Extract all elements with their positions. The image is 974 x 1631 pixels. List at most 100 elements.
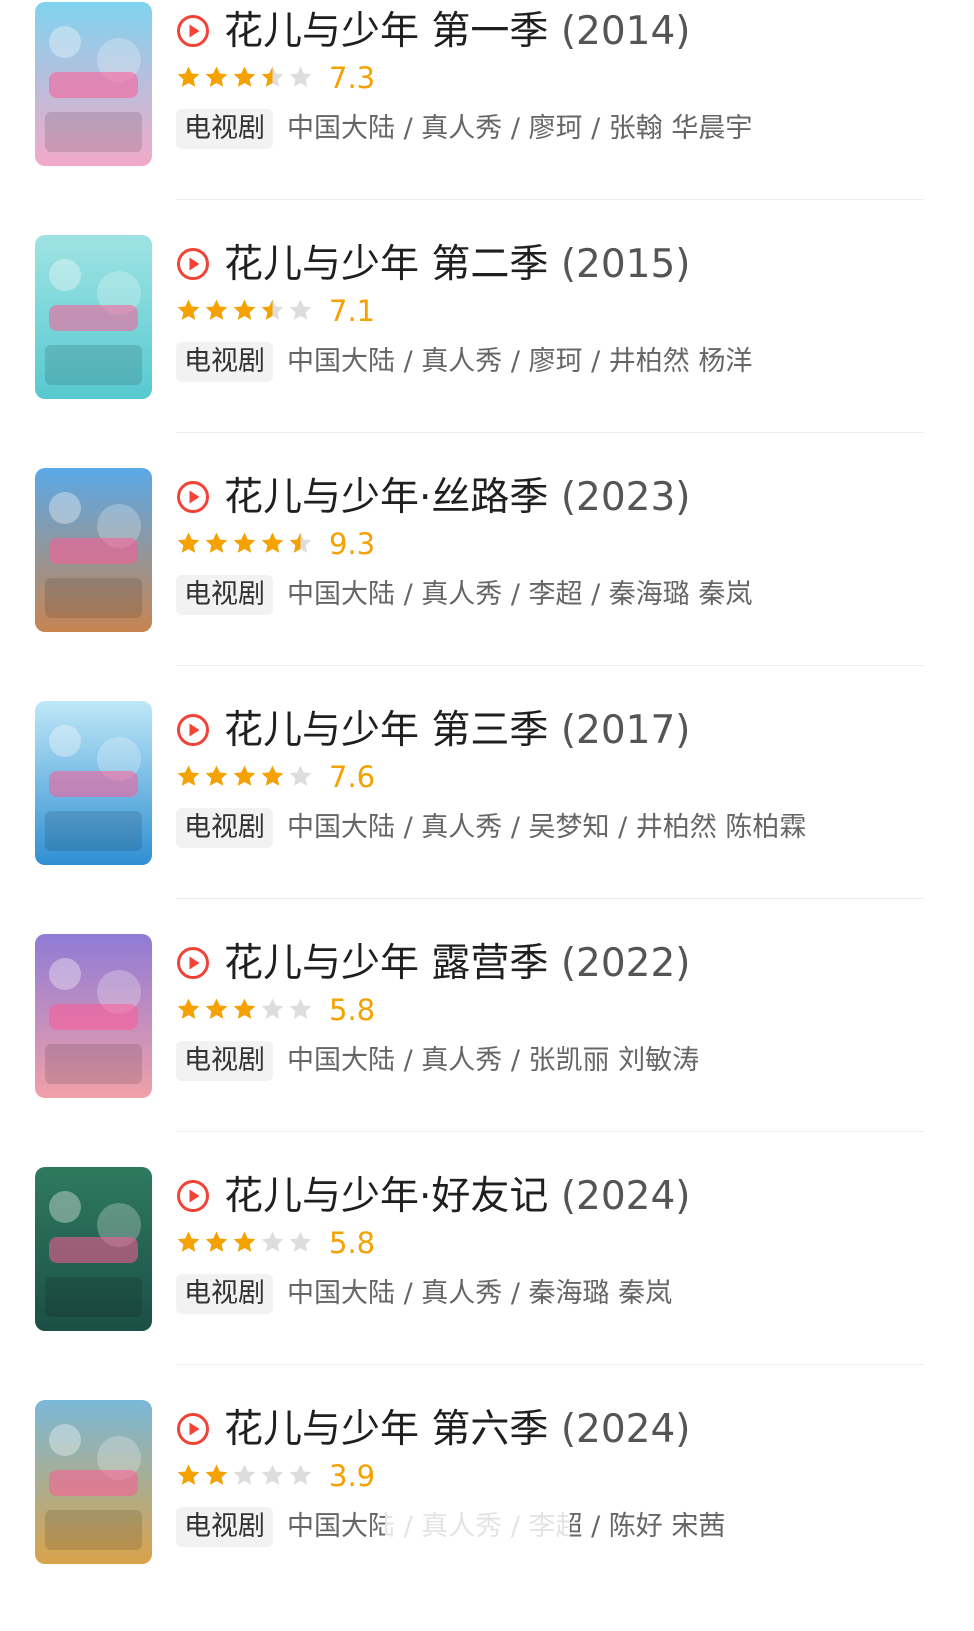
category-tag: 电视剧 xyxy=(176,808,273,848)
item-divider xyxy=(176,1364,924,1365)
poster-thumbnail[interactable] xyxy=(35,1167,152,1331)
star-filled-icon xyxy=(205,998,228,1019)
category-tag: 电视剧 xyxy=(176,342,273,382)
play-icon[interactable] xyxy=(176,946,210,980)
play-icon[interactable] xyxy=(176,480,210,514)
category-tag: 电视剧 xyxy=(176,1507,273,1547)
star-filled-icon xyxy=(233,299,256,320)
play-icon[interactable] xyxy=(176,1412,210,1446)
year-text: (2022) xyxy=(560,941,691,986)
item-meta: 电视剧 中国大陆 / 真人秀 / 吴梦知 / 井柏然 陈柏霖 xyxy=(176,807,806,849)
star-half-icon xyxy=(261,66,284,87)
star-filled-icon xyxy=(177,532,200,553)
rating-score: 7.1 xyxy=(329,294,376,328)
result-item[interactable]: 花儿与少年 露营季 (2022) 5.8 电视剧 中国大陆 / 真人秀 / 张凯丽 刘… xyxy=(0,932,974,1165)
star-filled-icon xyxy=(177,765,200,786)
item-title[interactable]: 花儿与少年·丝路季 (2023) xyxy=(224,470,691,526)
rating-score: 7.6 xyxy=(329,760,376,794)
title-text: 花儿与少年 第二季 xyxy=(224,242,549,287)
result-item[interactable]: 花儿与少年·好友记 (2024) 5.8 电视剧 中国大陆 / 真人秀 / 秦海璐 秦… xyxy=(0,1165,974,1398)
play-icon[interactable] xyxy=(176,713,210,747)
item-meta: 电视剧 中国大陆 / 真人秀 / 廖珂 / 井柏然 杨洋 xyxy=(176,341,752,383)
star-empty-icon xyxy=(261,1464,284,1485)
item-title[interactable]: 花儿与少年·好友记 (2024) xyxy=(224,1169,691,1225)
year-text: (2023) xyxy=(560,475,691,520)
item-divider xyxy=(176,432,924,433)
title-text: 花儿与少年·丝路季 xyxy=(224,475,549,520)
title-text: 花儿与少年·好友记 xyxy=(224,1174,549,1219)
meta-text: 中国大陆 / 真人秀 / 李超 / 秦海璐 秦岚 xyxy=(287,579,753,610)
item-divider xyxy=(176,665,924,666)
year-text: (2017) xyxy=(560,708,691,753)
star-filled-icon xyxy=(205,1464,228,1485)
poster-thumbnail[interactable] xyxy=(35,468,152,632)
star-filled-icon xyxy=(233,1231,256,1252)
star-empty-icon xyxy=(261,1231,284,1252)
star-filled-icon xyxy=(261,532,284,553)
rating-score: 5.8 xyxy=(329,993,376,1027)
poster-thumbnail[interactable] xyxy=(35,235,152,399)
star-filled-icon xyxy=(205,299,228,320)
poster-thumbnail[interactable] xyxy=(35,1400,152,1564)
meta-text: 中国大陆 / 真人秀 / 廖珂 / 张翰 华晨宇 xyxy=(287,113,753,144)
star-filled-icon xyxy=(177,1464,200,1485)
result-item[interactable]: 花儿与少年·丝路季 (2023) 9.3 电视剧 中国大陆 / 真人秀 / 李超 / … xyxy=(0,466,974,699)
year-text: (2024) xyxy=(560,1174,691,1219)
item-title[interactable]: 花儿与少年 第三季 (2017) xyxy=(224,703,691,759)
category-tag: 电视剧 xyxy=(176,1274,273,1314)
item-title[interactable]: 花儿与少年 第二季 (2015) xyxy=(224,237,691,293)
star-half-icon xyxy=(261,299,284,320)
rating-stars xyxy=(176,295,313,325)
item-title[interactable]: 花儿与少年 第一季 (2014) xyxy=(224,4,691,60)
rating-stars xyxy=(176,528,313,558)
meta-text: 中国大陆 / 真人秀 / 廖珂 / 井柏然 杨洋 xyxy=(287,346,753,377)
poster-thumbnail[interactable] xyxy=(35,701,152,865)
result-item[interactable]: 花儿与少年 第三季 (2017) 7.6 电视剧 中国大陆 / 真人秀 / 吴梦知 /… xyxy=(0,699,974,932)
category-tag: 电视剧 xyxy=(176,1041,273,1081)
play-icon[interactable] xyxy=(176,247,210,281)
star-filled-icon xyxy=(205,66,228,87)
watermark-overlay xyxy=(385,1508,570,1542)
item-meta: 电视剧 中国大陆 / 真人秀 / 张凯丽 刘敏涛 xyxy=(176,1040,699,1082)
category-tag: 电视剧 xyxy=(176,575,273,615)
rating-stars xyxy=(176,1460,313,1490)
star-filled-icon xyxy=(233,66,256,87)
star-filled-icon xyxy=(261,765,284,786)
poster-thumbnail[interactable] xyxy=(35,2,152,166)
star-filled-icon xyxy=(177,998,200,1019)
category-tag: 电视剧 xyxy=(176,109,273,149)
item-title[interactable]: 花儿与少年 第六季 (2024) xyxy=(224,1402,691,1458)
poster-thumbnail[interactable] xyxy=(35,934,152,1098)
year-text: (2014) xyxy=(560,9,691,54)
star-filled-icon xyxy=(177,299,200,320)
star-empty-icon xyxy=(289,299,312,320)
meta-text: 中国大陆 / 真人秀 / 吴梦知 / 井柏然 陈柏霖 xyxy=(287,812,807,843)
star-empty-icon xyxy=(289,1231,312,1252)
title-text: 花儿与少年 第一季 xyxy=(224,9,549,54)
star-empty-icon xyxy=(289,66,312,87)
star-filled-icon xyxy=(205,532,228,553)
item-divider xyxy=(176,1131,924,1132)
item-meta: 电视剧 中国大陆 / 真人秀 / 廖珂 / 张翰 华晨宇 xyxy=(176,108,752,150)
title-text: 花儿与少年 第六季 xyxy=(224,1407,549,1452)
star-empty-icon xyxy=(289,765,312,786)
star-empty-icon xyxy=(233,1464,256,1485)
item-meta: 电视剧 中国大陆 / 真人秀 / 秦海璐 秦岚 xyxy=(176,1273,672,1315)
result-item[interactable]: 花儿与少年 第二季 (2015) 7.1 电视剧 中国大陆 / 真人秀 / 廖珂 / … xyxy=(0,233,974,466)
play-icon[interactable] xyxy=(176,14,210,48)
result-item[interactable]: 花儿与少年 第一季 (2014) 7.3 电视剧 中国大陆 / 真人秀 / 廖珂 / … xyxy=(0,0,974,233)
rating-stars xyxy=(176,761,313,791)
rating-score: 3.9 xyxy=(329,1459,376,1493)
star-filled-icon xyxy=(177,1231,200,1252)
year-text: (2024) xyxy=(560,1407,691,1452)
star-empty-icon xyxy=(261,998,284,1019)
item-title[interactable]: 花儿与少年 露营季 (2022) xyxy=(224,936,691,992)
rating-score: 9.3 xyxy=(329,527,376,561)
star-half-icon xyxy=(289,532,312,553)
star-filled-icon xyxy=(205,765,228,786)
rating-stars xyxy=(176,62,313,92)
play-icon[interactable] xyxy=(176,1179,210,1213)
star-filled-icon xyxy=(233,765,256,786)
star-empty-icon xyxy=(289,998,312,1019)
item-divider xyxy=(176,199,924,200)
